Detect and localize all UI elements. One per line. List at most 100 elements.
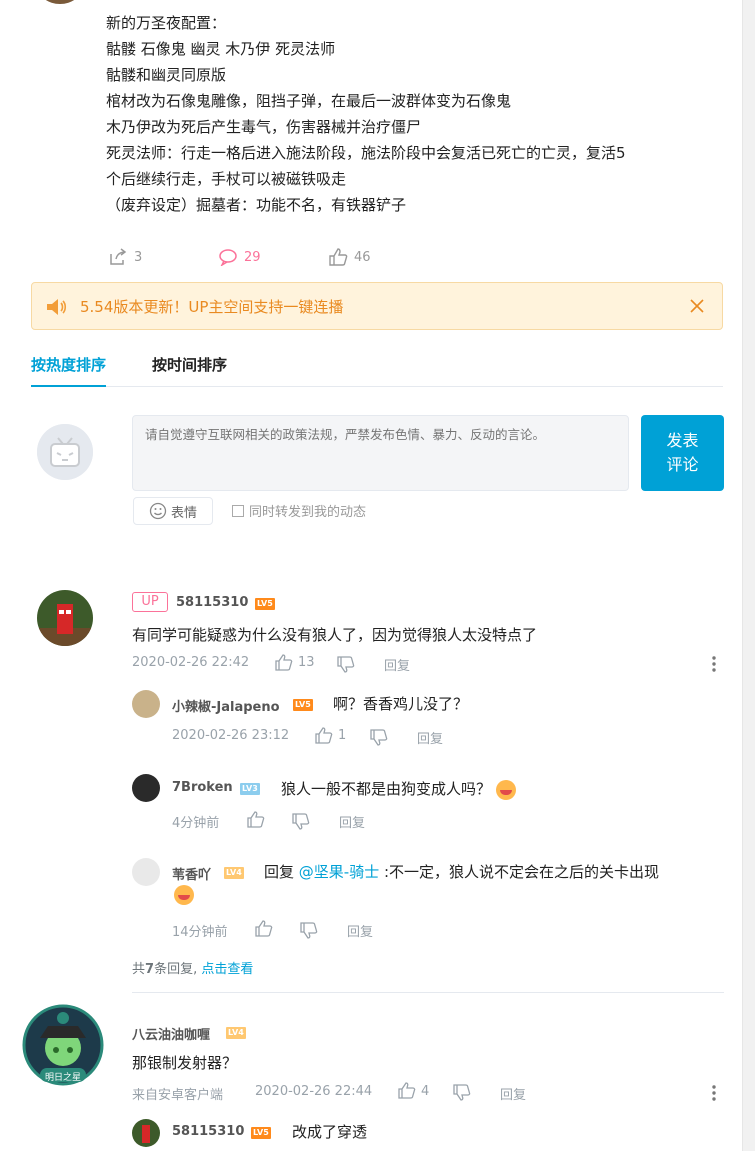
dislike-icon[interactable] bbox=[370, 729, 388, 746]
more-options-icon[interactable] bbox=[712, 1085, 716, 1101]
username[interactable]: 苇香吖 bbox=[172, 864, 211, 883]
like-icon[interactable] bbox=[398, 1082, 416, 1099]
username[interactable]: 58115310 bbox=[176, 595, 248, 610]
avatar-image bbox=[132, 1119, 160, 1147]
tv-mascot-icon bbox=[37, 424, 93, 480]
level-badge: LV4 bbox=[224, 867, 244, 879]
post-comment-button[interactable]: 发表 评论 bbox=[641, 415, 724, 491]
speaker-icon bbox=[47, 299, 67, 315]
dislike-icon[interactable] bbox=[300, 922, 318, 939]
share-action[interactable]: 3 bbox=[108, 248, 142, 266]
smiley-icon bbox=[149, 502, 167, 520]
view-all-replies-link[interactable]: 点击查看 bbox=[201, 962, 253, 977]
reply-summary: 共7条回复, 点击查看 bbox=[132, 958, 253, 977]
comment-divider bbox=[132, 992, 724, 993]
comment-input-box[interactable] bbox=[132, 415, 629, 491]
comment-source: 来自安卓客户端 bbox=[132, 1088, 224, 1103]
dislike-icon[interactable] bbox=[292, 813, 310, 830]
reply-text-body: 狼人一般不都是由狗变成人吗？ bbox=[281, 780, 492, 798]
avatar[interactable] bbox=[37, 590, 93, 646]
comment-time: 2020-02-26 22:42 bbox=[132, 655, 250, 670]
up-badge: UP bbox=[132, 592, 168, 612]
post-line: 个后继续行走，手杖可以被磁铁吸走 bbox=[106, 170, 347, 188]
avatar[interactable] bbox=[132, 774, 160, 802]
dislike-icon[interactable] bbox=[337, 656, 355, 673]
comment-icon bbox=[219, 249, 237, 266]
reply-text: 改成了穿透 bbox=[292, 1123, 368, 1141]
avatar[interactable] bbox=[132, 1119, 160, 1147]
level-badge: LV4 bbox=[226, 1027, 246, 1039]
like-count: 1 bbox=[338, 728, 347, 743]
share-count: 3 bbox=[134, 249, 143, 265]
reply-text: 回复 @坚果-骑士 :不一定，狼人说不定会在之后的关卡出现 bbox=[264, 861, 659, 882]
update-notice: 5.54版本更新！UP主空间支持一键连播 bbox=[31, 282, 723, 330]
reply-button[interactable]: 回复 bbox=[417, 728, 443, 747]
summary-prefix: 共 bbox=[132, 962, 146, 977]
post-content: 新的万圣夜配置： 骷髅 石像鬼 幽灵 木乃伊 死灵法师 骷髅和幽灵同原版 棺材改… bbox=[106, 10, 716, 218]
reply-prefix: 回复 bbox=[264, 863, 295, 881]
author-avatar[interactable] bbox=[38, 0, 82, 4]
username[interactable]: 7Broken bbox=[172, 780, 233, 795]
emoji-icon bbox=[174, 885, 194, 905]
comment-count: 29 bbox=[244, 249, 261, 265]
comment-time: 2020-02-26 22:44 bbox=[255, 1084, 373, 1099]
summary-count: 7 bbox=[145, 962, 155, 977]
reply-text: 啊？香香鸡儿没了？ bbox=[333, 695, 469, 713]
notice-text[interactable]: 5.54版本更新！UP主空间支持一键连播 bbox=[80, 296, 343, 317]
share-to-dynamic-checkbox[interactable]: 同时转发到我的动态 bbox=[232, 501, 366, 520]
emoji-icon bbox=[495, 779, 516, 800]
avatar[interactable] bbox=[132, 690, 160, 718]
reply-button[interactable]: 回复 bbox=[347, 921, 373, 940]
post-line: 死灵法师：行走一格后进入施法阶段，施法阶段中会复活已死亡的亡灵，复活5 bbox=[106, 144, 626, 162]
reply-button[interactable]: 回复 bbox=[339, 812, 365, 831]
emoji-button[interactable]: 表情 bbox=[133, 497, 213, 525]
send-label-line1: 发表 bbox=[666, 431, 699, 450]
avatar[interactable]: 明日之星 bbox=[22, 1004, 104, 1086]
comment-action[interactable]: 29 bbox=[218, 248, 261, 266]
mention-link[interactable]: @坚果-骑士 bbox=[299, 863, 379, 881]
reply-time: 14分钟前 bbox=[172, 925, 228, 940]
like-count: 46 bbox=[354, 249, 371, 265]
level-badge: LV5 bbox=[251, 1127, 271, 1139]
more-options-icon[interactable] bbox=[712, 656, 716, 672]
tab-time-sort[interactable]: 按时间排序 bbox=[152, 354, 227, 375]
like-action[interactable]: 46 bbox=[328, 248, 371, 266]
post-line: （废弃设定）掘墓者：功能不名，有铁器铲子 bbox=[106, 196, 407, 214]
sort-tabs: 按热度排序 按时间排序 bbox=[31, 350, 723, 387]
reply-time: 2020-02-26 23:12 bbox=[172, 728, 290, 743]
post-line: 棺材改为石像鬼雕像，阻挡子弹，在最后一波群体变为石像鬼 bbox=[106, 92, 512, 110]
like-count: 13 bbox=[298, 655, 315, 670]
avatar[interactable] bbox=[132, 858, 160, 886]
like-icon[interactable] bbox=[275, 654, 293, 671]
reply-button[interactable]: 回复 bbox=[500, 1084, 526, 1103]
reply-text-body: :不一定，狼人说不定会在之后的关卡出现 bbox=[384, 863, 660, 881]
comment-input[interactable] bbox=[133, 416, 628, 490]
username[interactable]: 小辣椒-Jalapeno bbox=[172, 696, 280, 715]
current-user-avatar[interactable] bbox=[37, 424, 93, 480]
checkbox-box[interactable] bbox=[232, 504, 244, 517]
like-icon[interactable] bbox=[247, 811, 265, 828]
level-badge: LV5 bbox=[293, 699, 313, 711]
close-icon[interactable] bbox=[688, 297, 706, 315]
post-line: 新的万圣夜配置： bbox=[106, 14, 227, 32]
username[interactable]: 八云油油咖喱 bbox=[132, 1024, 210, 1043]
avatar-caption: 明日之星 bbox=[44, 1073, 81, 1083]
comment-text: 那银制发射器？ bbox=[132, 1054, 238, 1072]
send-label-line2: 评论 bbox=[666, 455, 699, 474]
username[interactable]: 58115310 bbox=[172, 1124, 244, 1139]
like-icon[interactable] bbox=[315, 727, 333, 744]
post-line: 骷髅和幽灵同原版 bbox=[106, 66, 227, 84]
emoji-label: 表情 bbox=[170, 505, 197, 521]
level-badge: LV5 bbox=[255, 598, 275, 610]
level-badge: LV3 bbox=[240, 783, 260, 795]
reply-button[interactable]: 回复 bbox=[384, 655, 410, 674]
like-count: 4 bbox=[421, 1084, 430, 1099]
reply-time: 4分钟前 bbox=[172, 816, 220, 831]
reply-text: 狼人一般不都是由狗变成人吗？ bbox=[281, 778, 516, 800]
avatar-image bbox=[37, 590, 93, 646]
dislike-icon[interactable] bbox=[453, 1084, 471, 1101]
page-scrollbar[interactable] bbox=[742, 0, 755, 1151]
tab-hot-sort[interactable]: 按热度排序 bbox=[31, 354, 107, 387]
comment-text: 有同学可能疑惑为什么没有狼人了，因为觉得狼人太没特点了 bbox=[132, 626, 538, 644]
like-icon[interactable] bbox=[255, 920, 273, 937]
